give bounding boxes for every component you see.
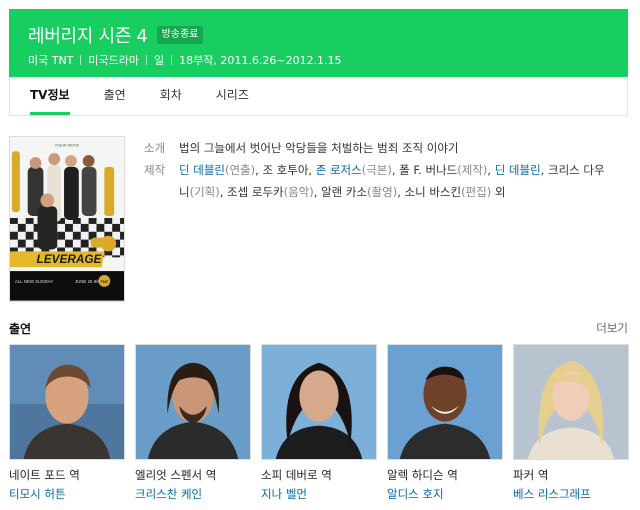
cast-actor-link[interactable]: 티모시 허튼 bbox=[9, 486, 125, 502]
tab-episodes[interactable]: 회차 bbox=[143, 77, 199, 115]
cast-photo[interactable] bbox=[513, 344, 629, 460]
cast-list: 네이트 포드 역 티모시 허튼 엘리엇 스펜서 역 크리스찬 케인 소피 데버로… bbox=[9, 344, 629, 502]
program-info: 소개 법의 그늘에서 벗어난 악당들을 처벌하는 범죄 조직 이야기 제작 딘 … bbox=[144, 137, 614, 203]
meta-divider bbox=[171, 55, 173, 65]
cast-card: 소피 데버로 역 지나 벨먼 bbox=[261, 344, 377, 502]
crew-name: 조 호투아 bbox=[262, 163, 309, 177]
crew-role: (극본) bbox=[361, 163, 392, 177]
cast-more-link[interactable]: 더보기 bbox=[596, 320, 628, 336]
cast-section-title: 출연 bbox=[9, 321, 32, 336]
cast-actor-link[interactable]: 지나 벨먼 bbox=[261, 486, 377, 502]
poster-network: TNT bbox=[101, 279, 109, 284]
cast-card: 파커 역 베스 리스그래프 bbox=[513, 344, 629, 502]
crew-role: (연출) bbox=[224, 163, 256, 177]
crew-name: 소니 바스킨 bbox=[404, 185, 462, 199]
summary-row: 소개 법의 그늘에서 벗어난 악당들을 처벌하는 범죄 조직 이야기 bbox=[144, 137, 614, 159]
cast-role: 엘리엇 스펜서 역 bbox=[135, 468, 217, 482]
title-row: 레버리지 시즌 4 방송종료 bbox=[28, 22, 204, 48]
meta-genre: 미국드라마 bbox=[88, 54, 140, 67]
summary-text: 법의 그늘에서 벗어난 악당들을 처벌하는 범죄 조직 이야기 bbox=[179, 141, 459, 155]
crew-list: 딘 데블린(연출), 조 호투아, 존 로저스(극본), 폴 F. 버나드(제작… bbox=[179, 163, 605, 199]
crew-suffix: 외 bbox=[494, 185, 506, 199]
crew-name: 조셉 로두카 bbox=[227, 185, 284, 199]
meta-divider bbox=[80, 55, 82, 65]
cast-role: 네이트 포드 역 bbox=[9, 468, 80, 482]
tab-cast[interactable]: 출연 bbox=[87, 77, 143, 115]
program-header: 레버리지 시즌 4 방송종료 미국 TNT 미국드라마 일 18부작, 2011… bbox=[9, 9, 628, 77]
cast-photo[interactable] bbox=[9, 344, 125, 460]
meta-network: 미국 TNT bbox=[28, 54, 74, 67]
cast-photo-image bbox=[262, 345, 376, 459]
poster-logo: LEVERAGE bbox=[37, 253, 103, 266]
meta-day: 일 bbox=[154, 54, 165, 67]
crew-role: (음악) bbox=[283, 185, 314, 199]
program-title[interactable]: 레버리지 시즌 4 bbox=[28, 22, 148, 48]
crew-dean-devlin-link[interactable]: 딘 데블린 bbox=[179, 163, 225, 177]
poster-bottom-text: ALL NEW SUNDAY bbox=[15, 279, 54, 284]
cast-role: 알렉 하디슨 역 bbox=[387, 468, 458, 482]
crew-label: 제작 bbox=[144, 163, 166, 177]
poster-top-text: THEIR MOVE bbox=[55, 142, 80, 147]
crew-role: (제작) bbox=[457, 163, 488, 177]
poster-image: THEIR MOVE LEVERAGE ALL NEW SUNDAY JUNE … bbox=[10, 137, 124, 301]
crew-name: 폴 F. 버나드 bbox=[399, 163, 458, 177]
cast-photo[interactable] bbox=[387, 344, 503, 460]
cast-actor-link[interactable]: 크리스찬 케인 bbox=[135, 486, 251, 502]
crew-role: (기획) bbox=[189, 185, 220, 199]
cast-section-header: 출연 더보기 bbox=[9, 318, 628, 338]
status-badge: 방송종료 bbox=[156, 26, 204, 44]
cast-photo[interactable] bbox=[135, 344, 251, 460]
cast-photo[interactable] bbox=[261, 344, 377, 460]
cast-photo-image bbox=[10, 345, 124, 459]
crew-role: (편집) bbox=[461, 185, 492, 199]
cast-photo-image bbox=[388, 345, 502, 459]
meta-episodes: 18부작, 2011.6.26~2012.1.15 bbox=[179, 54, 342, 67]
cast-card: 네이트 포드 역 티모시 허튼 bbox=[9, 344, 125, 502]
cast-photo-image bbox=[514, 345, 628, 459]
tab-series[interactable]: 시리즈 bbox=[199, 77, 266, 115]
tab-tv-info[interactable]: TV정보 bbox=[13, 77, 87, 115]
cast-photo-image bbox=[136, 345, 250, 459]
program-poster[interactable]: THEIR MOVE LEVERAGE ALL NEW SUNDAY JUNE … bbox=[9, 136, 125, 302]
cast-role: 소피 데버로 역 bbox=[261, 468, 332, 482]
summary-label: 소개 bbox=[144, 141, 166, 155]
cast-actor-link[interactable]: 베스 리스그래프 bbox=[513, 486, 629, 502]
crew-row: 제작 딘 데블린(연출), 조 호투아, 존 로저스(극본), 폴 F. 버나드… bbox=[144, 159, 614, 203]
cast-card: 엘리엇 스펜서 역 크리스찬 케인 bbox=[135, 344, 251, 502]
cast-role: 파커 역 bbox=[513, 468, 549, 482]
crew-role: (촬영) bbox=[367, 185, 398, 199]
tab-bar: TV정보 출연 회차 시리즈 bbox=[9, 77, 628, 116]
meta-divider bbox=[146, 55, 148, 65]
program-meta: 미국 TNT 미국드라마 일 18부작, 2011.6.26~2012.1.15 bbox=[28, 52, 342, 68]
crew-name: 알랜 카소 bbox=[321, 185, 368, 199]
crew-john-rogers-link[interactable]: 존 로저스 bbox=[316, 163, 362, 177]
crew-dean-devlin-link-2[interactable]: 딘 데블린 bbox=[495, 163, 541, 177]
cast-card: 알렉 하디슨 역 알디스 호지 bbox=[387, 344, 503, 502]
cast-actor-link[interactable]: 알디스 호지 bbox=[387, 486, 503, 502]
